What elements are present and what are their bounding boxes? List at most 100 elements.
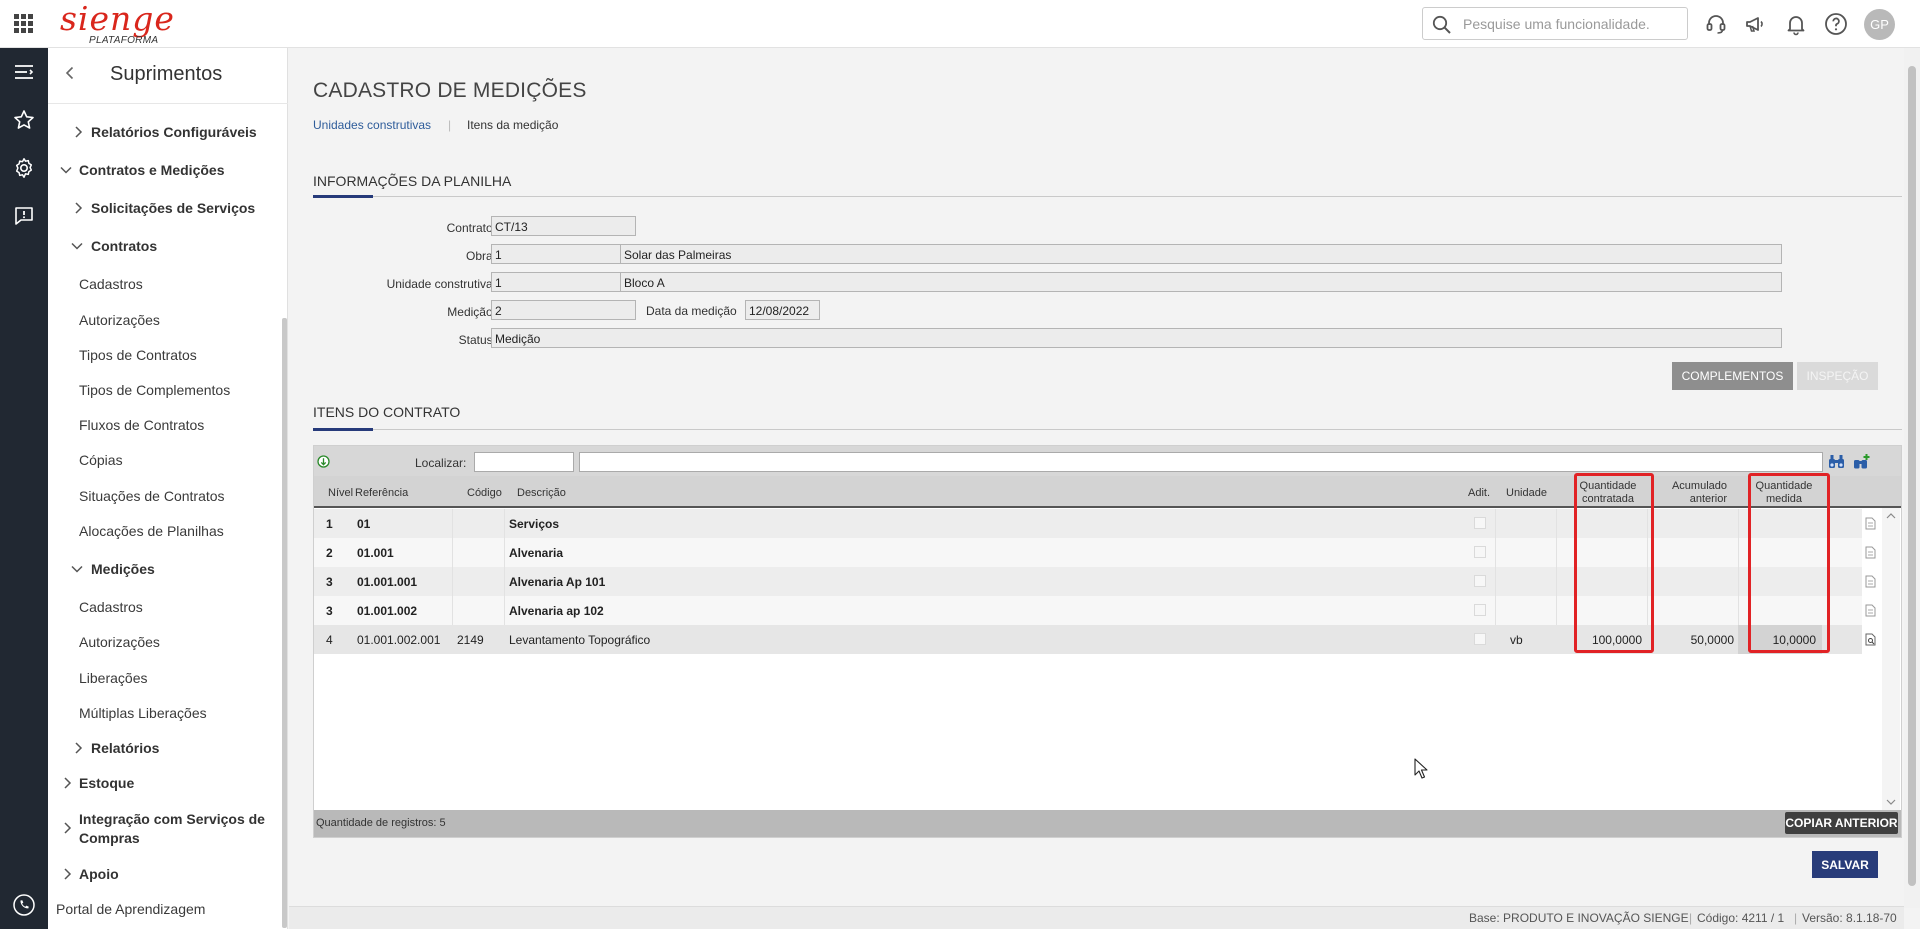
header-adit[interactable]: Adit. bbox=[1468, 487, 1490, 500]
complementos-button[interactable]: COMPLEMENTOS bbox=[1672, 362, 1793, 390]
sidebar-item-relatorios-configuraveis[interactable]: Relatórios Configuráveis bbox=[91, 124, 257, 140]
header-unidade[interactable]: Unidade bbox=[1506, 487, 1547, 500]
chevron-down-icon[interactable] bbox=[71, 564, 83, 574]
sidebar-item-medicoes-autorizacoes[interactable]: Autorizações bbox=[79, 634, 160, 650]
status-versao: Versão: 8.1.18-70 bbox=[1802, 911, 1897, 925]
chevron-right-icon[interactable] bbox=[62, 868, 72, 880]
scroll-down-icon[interactable] bbox=[1886, 798, 1896, 806]
sidebar-item-contratos-e-medicoes[interactable]: Contratos e Medições bbox=[79, 162, 224, 178]
header-quantidade-contratada[interactable]: Quantidade contratada bbox=[1568, 480, 1648, 506]
data-medicao-field: 12/08/2022 bbox=[745, 300, 820, 320]
sidebar-title: Suprimentos bbox=[110, 63, 223, 85]
sidebar-item-fluxos-de-contratos[interactable]: Fluxos de Contratos bbox=[79, 417, 204, 433]
menu-toggle-icon[interactable] bbox=[12, 60, 36, 84]
row-referencia: 01.001.001 bbox=[357, 575, 418, 589]
apps-grid-icon[interactable] bbox=[14, 14, 33, 33]
chevron-right-icon[interactable] bbox=[73, 126, 83, 138]
table-row[interactable]: 1 01 Serviços bbox=[314, 509, 1862, 538]
quantidade-medida-cell[interactable]: 10,0000 bbox=[1738, 625, 1822, 654]
expand-circle-icon[interactable] bbox=[317, 455, 330, 468]
document-search-icon[interactable] bbox=[1865, 633, 1877, 646]
inspecao-button[interactable]: INSPEÇÃO bbox=[1797, 362, 1878, 390]
search-input[interactable] bbox=[1463, 14, 1683, 34]
status-field: Medição bbox=[491, 328, 1782, 348]
sidebar-item-portal-de-aprendizagem[interactable]: Portal de Aprendizagem bbox=[56, 901, 205, 917]
localizar-input[interactable] bbox=[474, 452, 574, 472]
feedback-icon[interactable] bbox=[12, 204, 36, 228]
status-bar: Base: PRODUTO E INOVAÇÃO SIENGE | Código… bbox=[289, 906, 1904, 929]
binoculars-add-icon[interactable] bbox=[1853, 453, 1870, 470]
copiar-anterior-button[interactable]: COPIAR ANTERIOR bbox=[1785, 812, 1898, 834]
page-scrollbar[interactable] bbox=[1904, 48, 1920, 908]
mouse-cursor-icon bbox=[1414, 758, 1428, 779]
row-acumulado-anterior: 50,0000 bbox=[1690, 633, 1734, 647]
sidebar-item-solicitacoes-de-servicos[interactable]: Solicitações de Serviços bbox=[91, 200, 255, 216]
document-icon[interactable] bbox=[1865, 604, 1876, 617]
breadcrumb-unidades-construtivas[interactable]: Unidades construtivas bbox=[313, 118, 431, 132]
sidebar-item-contratos-cadastros[interactable]: Cadastros bbox=[79, 276, 143, 292]
user-avatar[interactable]: GP bbox=[1864, 9, 1895, 40]
localizar-text-input[interactable] bbox=[579, 452, 1823, 472]
adit-checkbox[interactable] bbox=[1474, 575, 1486, 587]
row-codigo: 2149 bbox=[457, 633, 484, 647]
chevron-right-icon[interactable] bbox=[62, 777, 72, 789]
section-title-planilha: INFORMAÇÕES DA PLANILHA bbox=[313, 173, 512, 189]
sidebar-item-relatorios[interactable]: Relatórios bbox=[91, 740, 159, 756]
chevron-down-icon[interactable] bbox=[60, 165, 72, 175]
document-icon[interactable] bbox=[1865, 575, 1876, 588]
sidebar-item-integracao-line2[interactable]: Compras bbox=[79, 830, 140, 846]
sidebar-item-liberacoes[interactable]: Liberações bbox=[79, 670, 148, 686]
sidebar-item-medicoes[interactable]: Medições bbox=[91, 561, 155, 577]
binoculars-icon[interactable] bbox=[1828, 453, 1845, 470]
sidebar-item-tipos-de-contratos[interactable]: Tipos de Contratos bbox=[79, 347, 197, 363]
adit-checkbox[interactable] bbox=[1474, 517, 1486, 529]
salvar-button[interactable]: SALVAR bbox=[1812, 851, 1878, 878]
sidebar-item-situacoes-de-contratos[interactable]: Situações de Contratos bbox=[79, 488, 225, 504]
help-icon[interactable] bbox=[1824, 12, 1848, 36]
headset-support-icon[interactable] bbox=[1704, 12, 1728, 36]
sidebar-item-contratos[interactable]: Contratos bbox=[91, 238, 157, 254]
header-referencia[interactable]: Referência bbox=[355, 487, 408, 500]
header-codigo[interactable]: Código bbox=[467, 487, 502, 500]
row-descricao: Serviços bbox=[509, 517, 560, 531]
table-row[interactable]: 4 01.001.002.001 2149 Levantamento Topog… bbox=[314, 625, 1862, 654]
chevron-right-icon[interactable] bbox=[62, 822, 72, 834]
unidade-code-field: 1 bbox=[491, 272, 621, 292]
sidebar-item-medicoes-cadastros[interactable]: Cadastros bbox=[79, 599, 143, 615]
search-box[interactable] bbox=[1422, 7, 1688, 40]
sidebar-item-contratos-autorizacoes[interactable]: Autorizações bbox=[79, 312, 160, 328]
sienge-logo[interactable]: sienge PLATAFORMA bbox=[60, 1, 175, 47]
sidebar-scrollbar[interactable] bbox=[282, 318, 287, 928]
gear-icon[interactable] bbox=[12, 156, 36, 180]
sidebar-item-copias[interactable]: Cópias bbox=[79, 452, 123, 468]
adit-checkbox[interactable] bbox=[1474, 604, 1486, 616]
sidebar-item-apoio[interactable]: Apoio bbox=[79, 866, 119, 882]
bell-icon[interactable] bbox=[1784, 12, 1808, 36]
chevron-left-icon[interactable] bbox=[62, 65, 78, 81]
chevron-right-icon[interactable] bbox=[73, 742, 83, 754]
chevron-down-icon[interactable] bbox=[71, 241, 83, 251]
header-nivel[interactable]: Nível bbox=[328, 487, 353, 500]
document-icon[interactable] bbox=[1865, 546, 1876, 559]
sidebar-item-tipos-de-complementos[interactable]: Tipos de Complementos bbox=[79, 382, 230, 398]
header-acumulado-anterior[interactable]: Acumulado anterior bbox=[1662, 480, 1727, 506]
grid-scrollbar[interactable] bbox=[1882, 508, 1900, 810]
table-row[interactable]: 3 01.001.001 Alvenaria Ap 101 bbox=[314, 567, 1862, 596]
star-icon[interactable] bbox=[12, 108, 36, 132]
megaphone-icon[interactable] bbox=[1744, 12, 1768, 36]
table-row[interactable]: 3 01.001.002 Alvenaria ap 102 bbox=[314, 596, 1862, 625]
header-quantidade-medida[interactable]: Quantidade medida bbox=[1745, 480, 1823, 506]
sidebar-item-integracao-servicos-compras[interactable]: Integração com Serviços de bbox=[79, 811, 265, 827]
sidebar-item-estoque[interactable]: Estoque bbox=[79, 775, 134, 791]
adit-checkbox[interactable] bbox=[1474, 546, 1486, 558]
document-icon[interactable] bbox=[1865, 517, 1876, 530]
adit-checkbox[interactable] bbox=[1474, 633, 1486, 645]
header-descricao[interactable]: Descrição bbox=[517, 487, 566, 500]
phone-icon[interactable] bbox=[12, 893, 36, 917]
page-scroll-thumb[interactable] bbox=[1908, 66, 1916, 886]
sidebar-item-alocacoes-de-planilhas[interactable]: Alocações de Planilhas bbox=[79, 523, 224, 539]
chevron-right-icon[interactable] bbox=[73, 202, 83, 214]
sidebar-item-multiplas-liberacoes[interactable]: Múltiplas Liberações bbox=[79, 705, 207, 721]
table-row[interactable]: 2 01.001 Alvenaria bbox=[314, 538, 1862, 567]
scroll-up-icon[interactable] bbox=[1886, 512, 1896, 520]
